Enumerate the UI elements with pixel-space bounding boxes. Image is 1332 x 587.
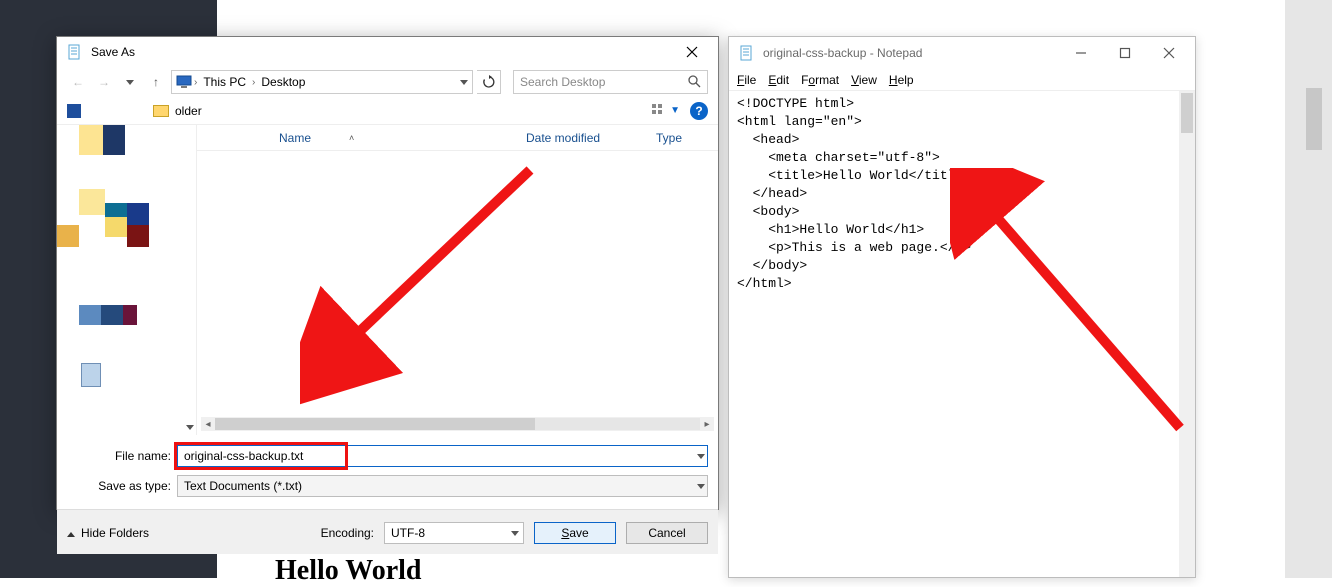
notepad-menubar[interactable]: File Edit Format View Help xyxy=(729,69,1195,91)
chevron-down-icon[interactable] xyxy=(697,481,705,492)
savetype-value: Text Documents (*.txt) xyxy=(184,479,302,493)
view-mode-button[interactable]: ▼ xyxy=(652,104,680,118)
hide-folders-toggle[interactable]: Hide Folders xyxy=(67,526,149,540)
scroll-left-icon[interactable]: ◂ xyxy=(201,419,215,430)
nav-forward-button[interactable]: → xyxy=(93,71,115,93)
file-list-pane[interactable]: Name ˄ Date modified Type ◂ ▸ xyxy=(197,125,718,435)
encoding-select[interactable]: UTF-8 xyxy=(384,522,524,544)
save-as-title: Save As xyxy=(91,45,672,59)
nav-up-button[interactable]: ↑ xyxy=(145,71,167,93)
sidebar-thumb xyxy=(101,305,123,325)
address-dropdown-icon[interactable] xyxy=(460,77,468,88)
form-area: File name: original-css-backup.txt Save … xyxy=(57,435,718,509)
nav-row: ← → ↑ › This PC › Desktop Search Desktop xyxy=(57,67,718,97)
search-icon xyxy=(687,74,701,91)
dialog-toolbar: older ▼ ? xyxy=(57,97,718,125)
minimize-button[interactable] xyxy=(1059,40,1103,66)
sidebar-thumb xyxy=(79,215,105,239)
menu-format[interactable]: Format xyxy=(801,73,839,87)
page-scrollbar-thumb[interactable] xyxy=(1306,88,1322,150)
page-hello-heading: Hello World xyxy=(275,555,422,587)
close-icon xyxy=(686,46,698,58)
close-button[interactable] xyxy=(1147,40,1191,66)
help-button[interactable]: ? xyxy=(690,102,708,120)
new-folder-label[interactable]: older xyxy=(175,104,202,118)
refresh-button[interactable] xyxy=(477,70,501,94)
chevron-down-icon[interactable] xyxy=(697,451,705,462)
monitor-icon xyxy=(176,74,192,90)
notepad-vertical-scrollbar[interactable] xyxy=(1179,91,1195,577)
organize-icon xyxy=(67,104,81,118)
breadcrumb-desktop[interactable]: Desktop xyxy=(257,75,309,89)
folder-icon xyxy=(153,105,169,117)
save-as-titlebar[interactable]: Save As xyxy=(57,37,718,67)
view-grid-icon xyxy=(652,104,668,118)
menu-help[interactable]: Help xyxy=(889,73,914,87)
nav-recent-dropdown[interactable] xyxy=(119,71,141,93)
sidebar-thumb xyxy=(127,203,149,225)
scroll-thumb[interactable] xyxy=(1181,93,1193,133)
maximize-button[interactable] xyxy=(1103,40,1147,66)
dialog-bottom-bar: Hide Folders Encoding: UTF-8 Save Cancel xyxy=(57,509,718,554)
scroll-right-icon[interactable]: ▸ xyxy=(700,419,714,430)
search-placeholder: Search Desktop xyxy=(520,75,605,89)
nav-sidebar[interactable] xyxy=(57,125,197,435)
dialog-main: Name ˄ Date modified Type ◂ ▸ xyxy=(57,125,718,435)
sidebar-expand-icon[interactable] xyxy=(186,422,194,433)
scroll-track[interactable] xyxy=(215,418,700,430)
sidebar-thumb xyxy=(105,215,127,237)
column-headers[interactable]: Name ˄ Date modified Type xyxy=(197,125,718,151)
horizontal-scrollbar[interactable]: ◂ ▸ xyxy=(201,417,714,431)
cancel-button[interactable]: Cancel xyxy=(626,522,708,544)
menu-edit[interactable]: Edit xyxy=(768,73,789,87)
refresh-icon xyxy=(482,75,496,89)
right-gray-strip xyxy=(1285,0,1332,578)
nav-back-button[interactable]: ← xyxy=(67,71,89,93)
encoding-label: Encoding: xyxy=(321,526,374,540)
chevron-up-icon xyxy=(67,526,75,540)
notepad-window: original-css-backup - Notepad File Edit … xyxy=(728,36,1196,578)
chevron-down-icon[interactable] xyxy=(511,528,519,539)
address-bar[interactable]: › This PC › Desktop xyxy=(171,70,473,94)
notepad-titlebar[interactable]: original-css-backup - Notepad xyxy=(729,37,1195,69)
scroll-thumb[interactable] xyxy=(215,418,535,430)
maximize-icon xyxy=(1119,47,1131,59)
savetype-select[interactable]: Text Documents (*.txt) xyxy=(177,475,708,497)
menu-view[interactable]: View xyxy=(851,73,877,87)
menu-file[interactable]: File xyxy=(737,73,756,87)
chevron-right-icon: › xyxy=(252,77,255,88)
sort-caret-icon: ˄ xyxy=(349,133,354,143)
sidebar-thumb xyxy=(105,203,127,217)
col-name[interactable]: Name xyxy=(271,131,319,145)
filename-input[interactable]: original-css-backup.txt xyxy=(177,445,708,467)
sidebar-thumb xyxy=(79,189,105,215)
col-type[interactable]: Type xyxy=(648,131,718,145)
save-button[interactable]: Save xyxy=(534,522,616,544)
chevron-right-icon: › xyxy=(194,77,197,88)
filename-label: File name: xyxy=(67,449,177,463)
col-modified[interactable]: Date modified xyxy=(518,131,648,145)
search-input[interactable]: Search Desktop xyxy=(513,70,708,94)
notepad-text-area[interactable]: <!DOCTYPE html> <html lang="en"> <head> … xyxy=(729,91,1195,577)
hide-folders-label: Hide Folders xyxy=(81,526,149,540)
sidebar-thumb xyxy=(81,363,101,387)
filename-value: original-css-backup.txt xyxy=(184,449,303,463)
save-as-dialog: Save As ← → ↑ › This PC › Desktop Search… xyxy=(56,36,719,510)
breadcrumb-this-pc[interactable]: This PC xyxy=(199,75,250,89)
sidebar-thumb xyxy=(127,225,149,247)
sidebar-thumb xyxy=(79,305,101,325)
minimize-icon xyxy=(1075,47,1087,59)
notepad-file-icon xyxy=(67,44,83,60)
sidebar-thumb xyxy=(103,125,125,155)
savetype-label: Save as type: xyxy=(67,479,177,493)
encoding-value: UTF-8 xyxy=(391,526,425,540)
close-button[interactable] xyxy=(672,41,712,63)
notepad-app-icon xyxy=(739,45,755,61)
sidebar-thumb xyxy=(79,125,103,155)
notepad-title: original-css-backup - Notepad xyxy=(763,46,1059,60)
sidebar-thumb xyxy=(57,225,79,247)
close-icon xyxy=(1163,47,1175,59)
sidebar-thumb xyxy=(123,305,137,325)
